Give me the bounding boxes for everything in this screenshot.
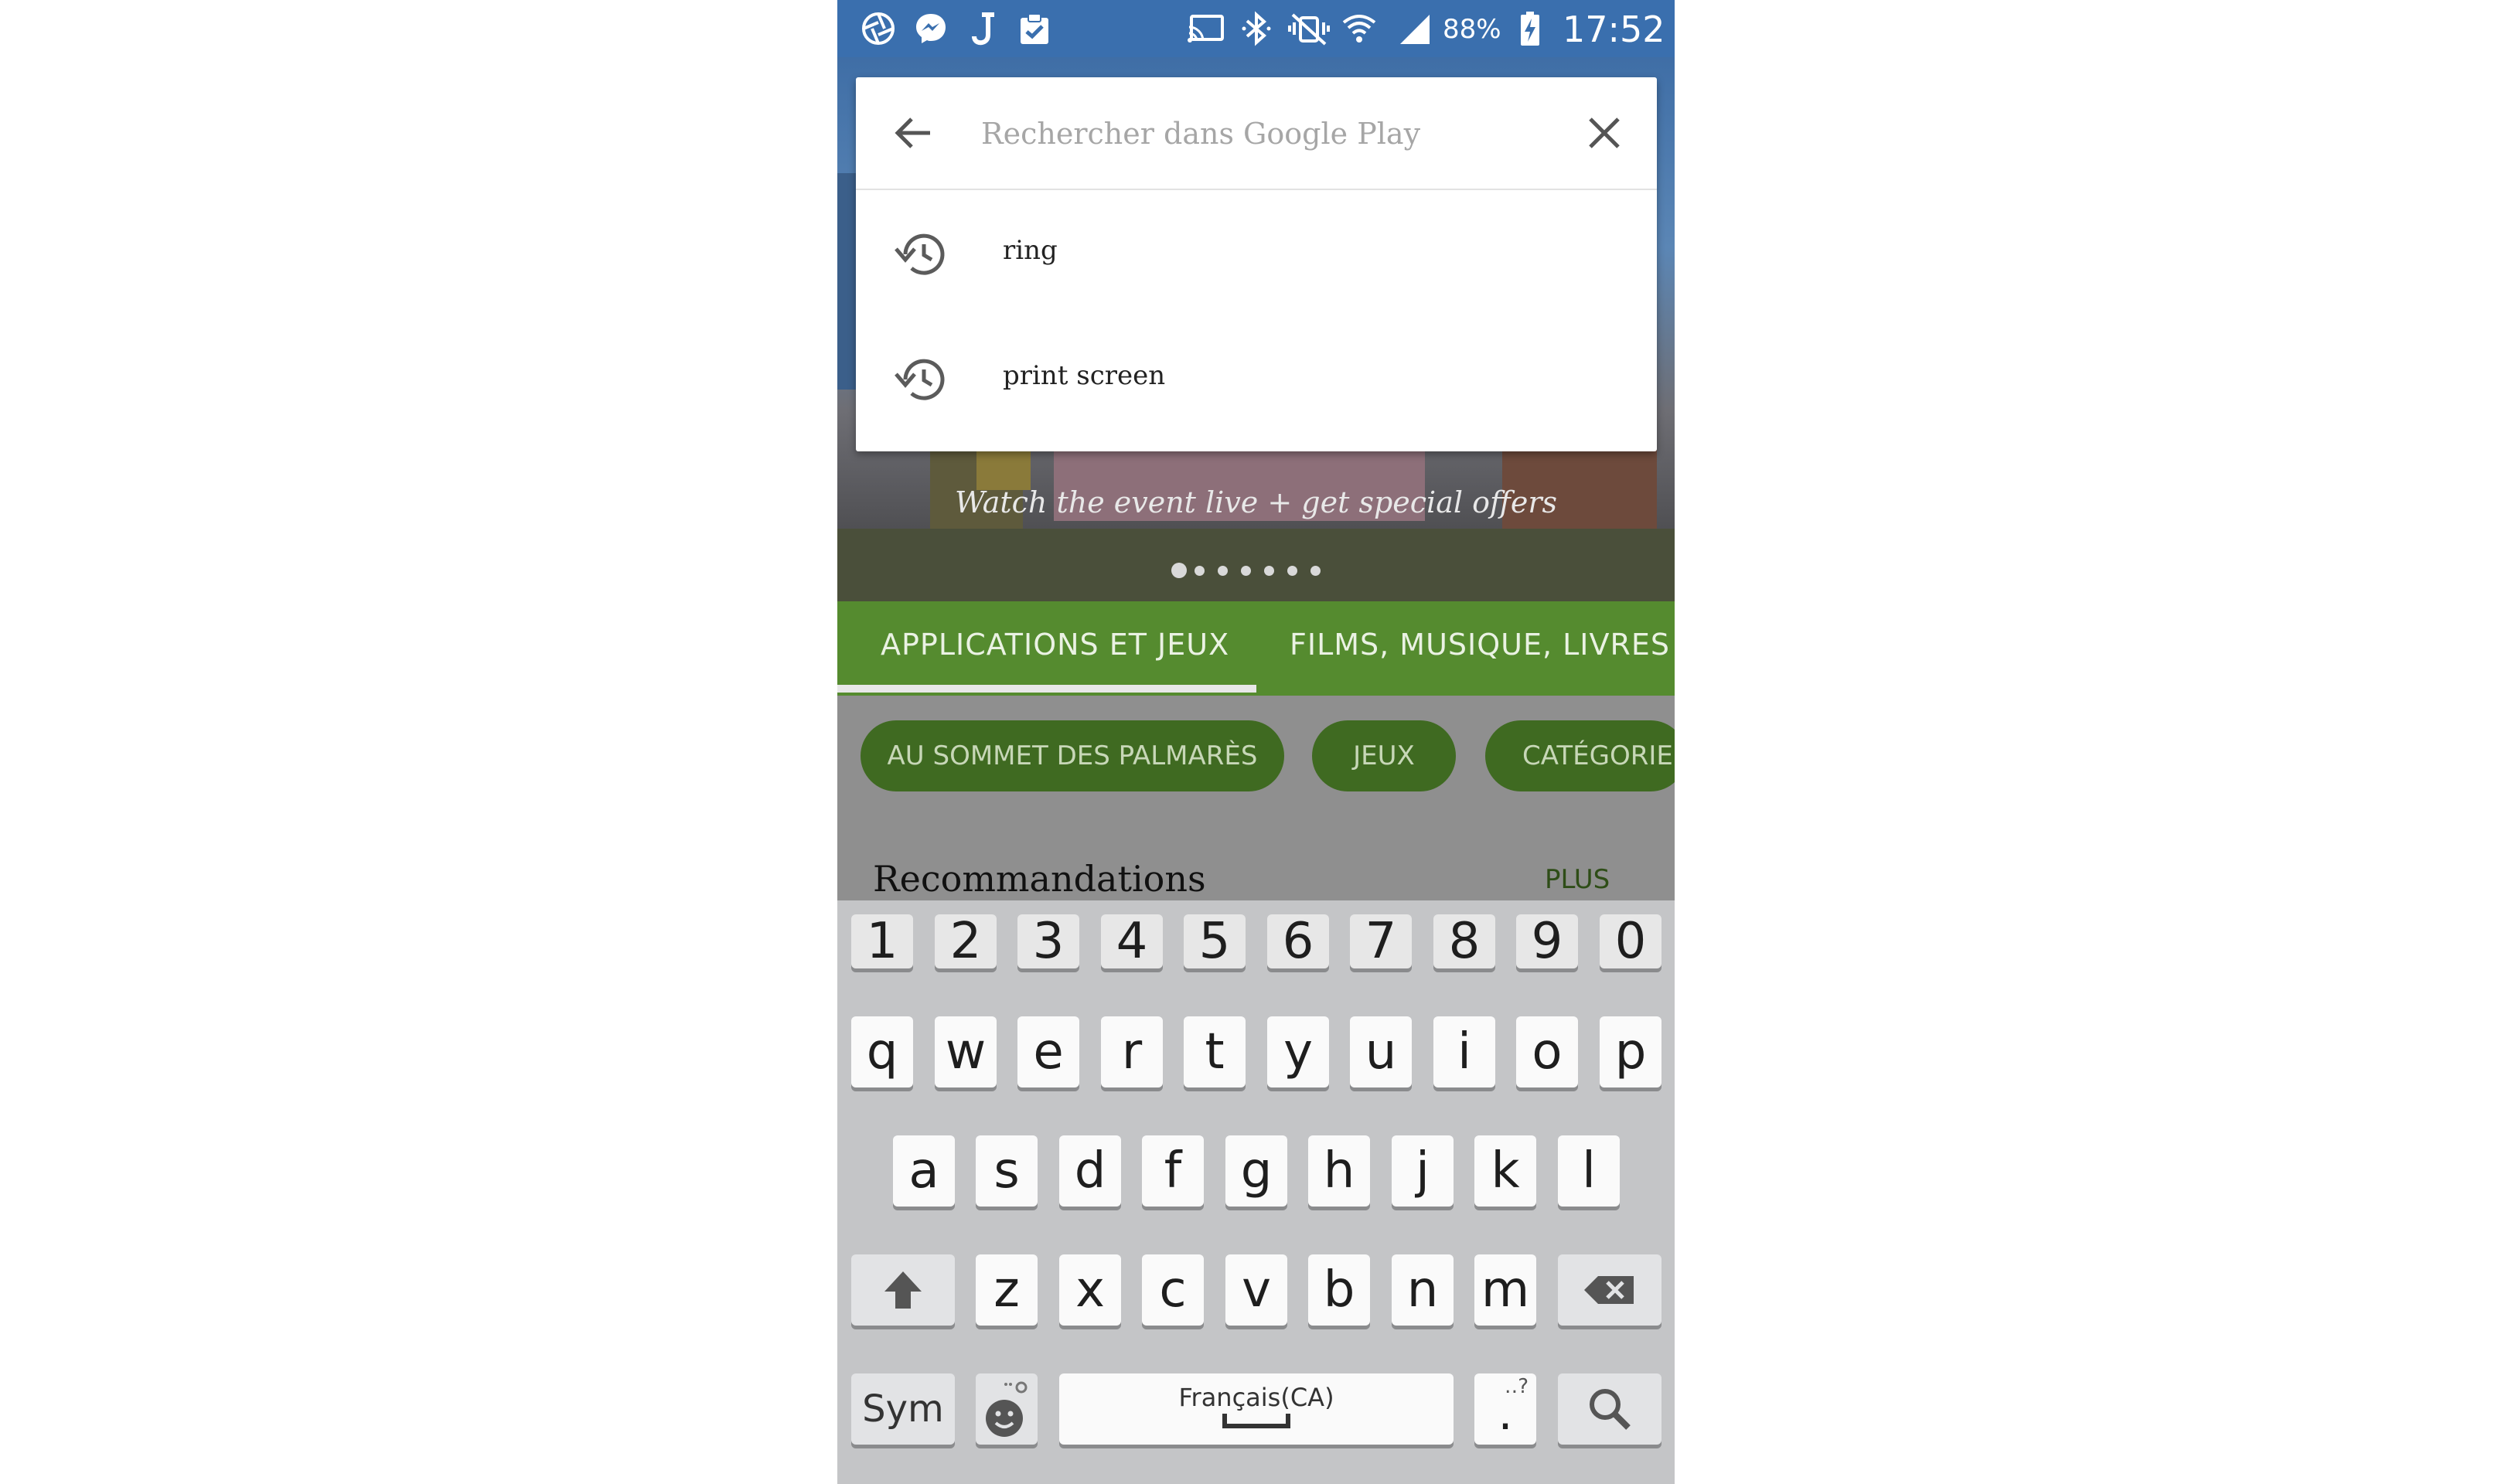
space-key[interactable]: Français(CA) [1059, 1373, 1454, 1445]
tab-movies-music-books[interactable]: FILMS, MUSIQUE, LIVRES [1290, 628, 1670, 662]
tab-indicator [837, 685, 1256, 693]
key-d[interactable]: d [1059, 1135, 1121, 1207]
wifi-icon [1340, 11, 1379, 46]
key-f[interactable]: f [1142, 1135, 1204, 1207]
status-bar: 88% 17:52 [837, 0, 1675, 57]
key-y[interactable]: y [1267, 1016, 1329, 1087]
key-g[interactable]: g [1225, 1135, 1287, 1207]
key-r[interactable]: r [1101, 1016, 1163, 1087]
key-t[interactable]: t [1184, 1016, 1246, 1087]
battery-charging-icon [1518, 11, 1542, 46]
carousel-dot[interactable] [1310, 566, 1321, 576]
signal-icon [1396, 11, 1434, 46]
punctuation-hint: ‥? [1504, 1375, 1529, 1398]
key-5[interactable]: 5 [1184, 913, 1246, 970]
emoji-key[interactable] [976, 1373, 1038, 1445]
key-p[interactable]: p [1600, 1016, 1661, 1087]
section-more-link[interactable]: PLUS [1545, 864, 1610, 895]
carousel-dot-active[interactable] [1171, 563, 1187, 578]
search-icon [1590, 1389, 1631, 1430]
carousel-dot[interactable] [1264, 566, 1274, 576]
key-j[interactable]: j [1392, 1135, 1454, 1207]
carousel-dot[interactable] [1287, 566, 1297, 576]
suggestion-label: print screen [1003, 360, 1166, 391]
space-language-label: Français(CA) [1178, 1383, 1334, 1412]
chip-top-charts[interactable]: AU SOMMET DES PALMARÈS [861, 720, 1284, 791]
key-1[interactable]: 1 [851, 913, 913, 970]
clipboard-check-icon [1017, 11, 1052, 46]
sym-key[interactable]: Sym [851, 1373, 955, 1445]
key-i[interactable]: i [1433, 1016, 1495, 1087]
section-title: Recommandations [873, 858, 1206, 900]
key-c[interactable]: c [1142, 1254, 1204, 1326]
space-bar-icon [1222, 1414, 1290, 1428]
vibrate-mute-icon [1286, 11, 1332, 46]
tab-bar: APPLICATIONS ET JEUX FILMS, MUSIQUE, LIV… [837, 601, 1675, 696]
key-q[interactable]: q [851, 1016, 913, 1087]
aperture-icon [861, 11, 896, 46]
search-key[interactable] [1558, 1373, 1661, 1445]
key-e[interactable]: e [1017, 1016, 1079, 1087]
key-x[interactable]: x [1059, 1254, 1121, 1326]
key-u[interactable]: u [1350, 1016, 1412, 1087]
key-w[interactable]: w [935, 1016, 997, 1087]
tab-apps-games[interactable]: APPLICATIONS ET JEUX [881, 628, 1229, 662]
backspace-icon [1584, 1276, 1634, 1304]
search-suggestion[interactable]: ring [856, 190, 1657, 318]
shift-key[interactable] [851, 1254, 955, 1326]
suggestion-label: ring [1003, 235, 1058, 266]
key-8[interactable]: 8 [1433, 913, 1495, 970]
history-icon [893, 354, 949, 405]
key-9[interactable]: 9 [1516, 913, 1578, 970]
carousel-dot[interactable] [1218, 566, 1228, 576]
search-bar [856, 77, 1657, 190]
banner-art-ground [837, 529, 1675, 601]
chip-games[interactable]: JEUX [1312, 720, 1456, 791]
key-2[interactable]: 2 [935, 913, 997, 970]
history-icon [893, 229, 949, 280]
shift-arrow-icon [884, 1271, 922, 1309]
carousel-dot[interactable] [1241, 566, 1251, 576]
search-panel: ring print screen [856, 77, 1657, 451]
key-3[interactable]: 3 [1017, 913, 1079, 970]
backspace-key[interactable] [1558, 1254, 1661, 1326]
search-input[interactable] [980, 108, 1524, 159]
emoji-icon [986, 1381, 1028, 1437]
back-arrow-icon[interactable] [891, 111, 935, 155]
key-s[interactable]: s [976, 1135, 1038, 1207]
cast-icon [1185, 11, 1227, 46]
banner-caption: Watch the event live + get special offer… [954, 485, 1558, 519]
search-suggestion[interactable]: print screen [856, 320, 1657, 448]
key-h[interactable]: h [1308, 1135, 1370, 1207]
key-o[interactable]: o [1516, 1016, 1578, 1087]
messenger-icon [913, 11, 949, 46]
j-app-icon [969, 11, 1000, 46]
key-z[interactable]: z [976, 1254, 1038, 1326]
key-v[interactable]: v [1225, 1254, 1287, 1326]
clock: 17:52 [1563, 9, 1665, 50]
battery-percent: 88% [1443, 14, 1501, 45]
key-a[interactable]: a [893, 1135, 955, 1207]
period-key[interactable]: ‥? . [1474, 1373, 1536, 1445]
key-6[interactable]: 6 [1267, 913, 1329, 970]
carousel-dot[interactable] [1195, 566, 1205, 576]
on-screen-keyboard: 1 2 3 4 5 6 7 8 9 0 q w e r t y u i o p … [837, 900, 1675, 1484]
key-7[interactable]: 7 [1350, 913, 1412, 970]
home-content: AU SOMMET DES PALMARÈS JEUX CATÉGORIES R… [837, 696, 1675, 900]
bluetooth-icon [1239, 11, 1273, 46]
phone-screen: 88% 17:52 Watch the event live + get spe… [837, 0, 1675, 1484]
key-l[interactable]: l [1558, 1135, 1620, 1207]
key-4[interactable]: 4 [1101, 913, 1163, 970]
key-b[interactable]: b [1308, 1254, 1370, 1326]
key-0[interactable]: 0 [1600, 913, 1661, 970]
key-k[interactable]: k [1474, 1135, 1536, 1207]
key-m[interactable]: m [1474, 1254, 1536, 1326]
key-n[interactable]: n [1392, 1254, 1454, 1326]
chip-categories[interactable]: CATÉGORIES [1485, 720, 1675, 791]
close-icon[interactable] [1583, 111, 1626, 155]
